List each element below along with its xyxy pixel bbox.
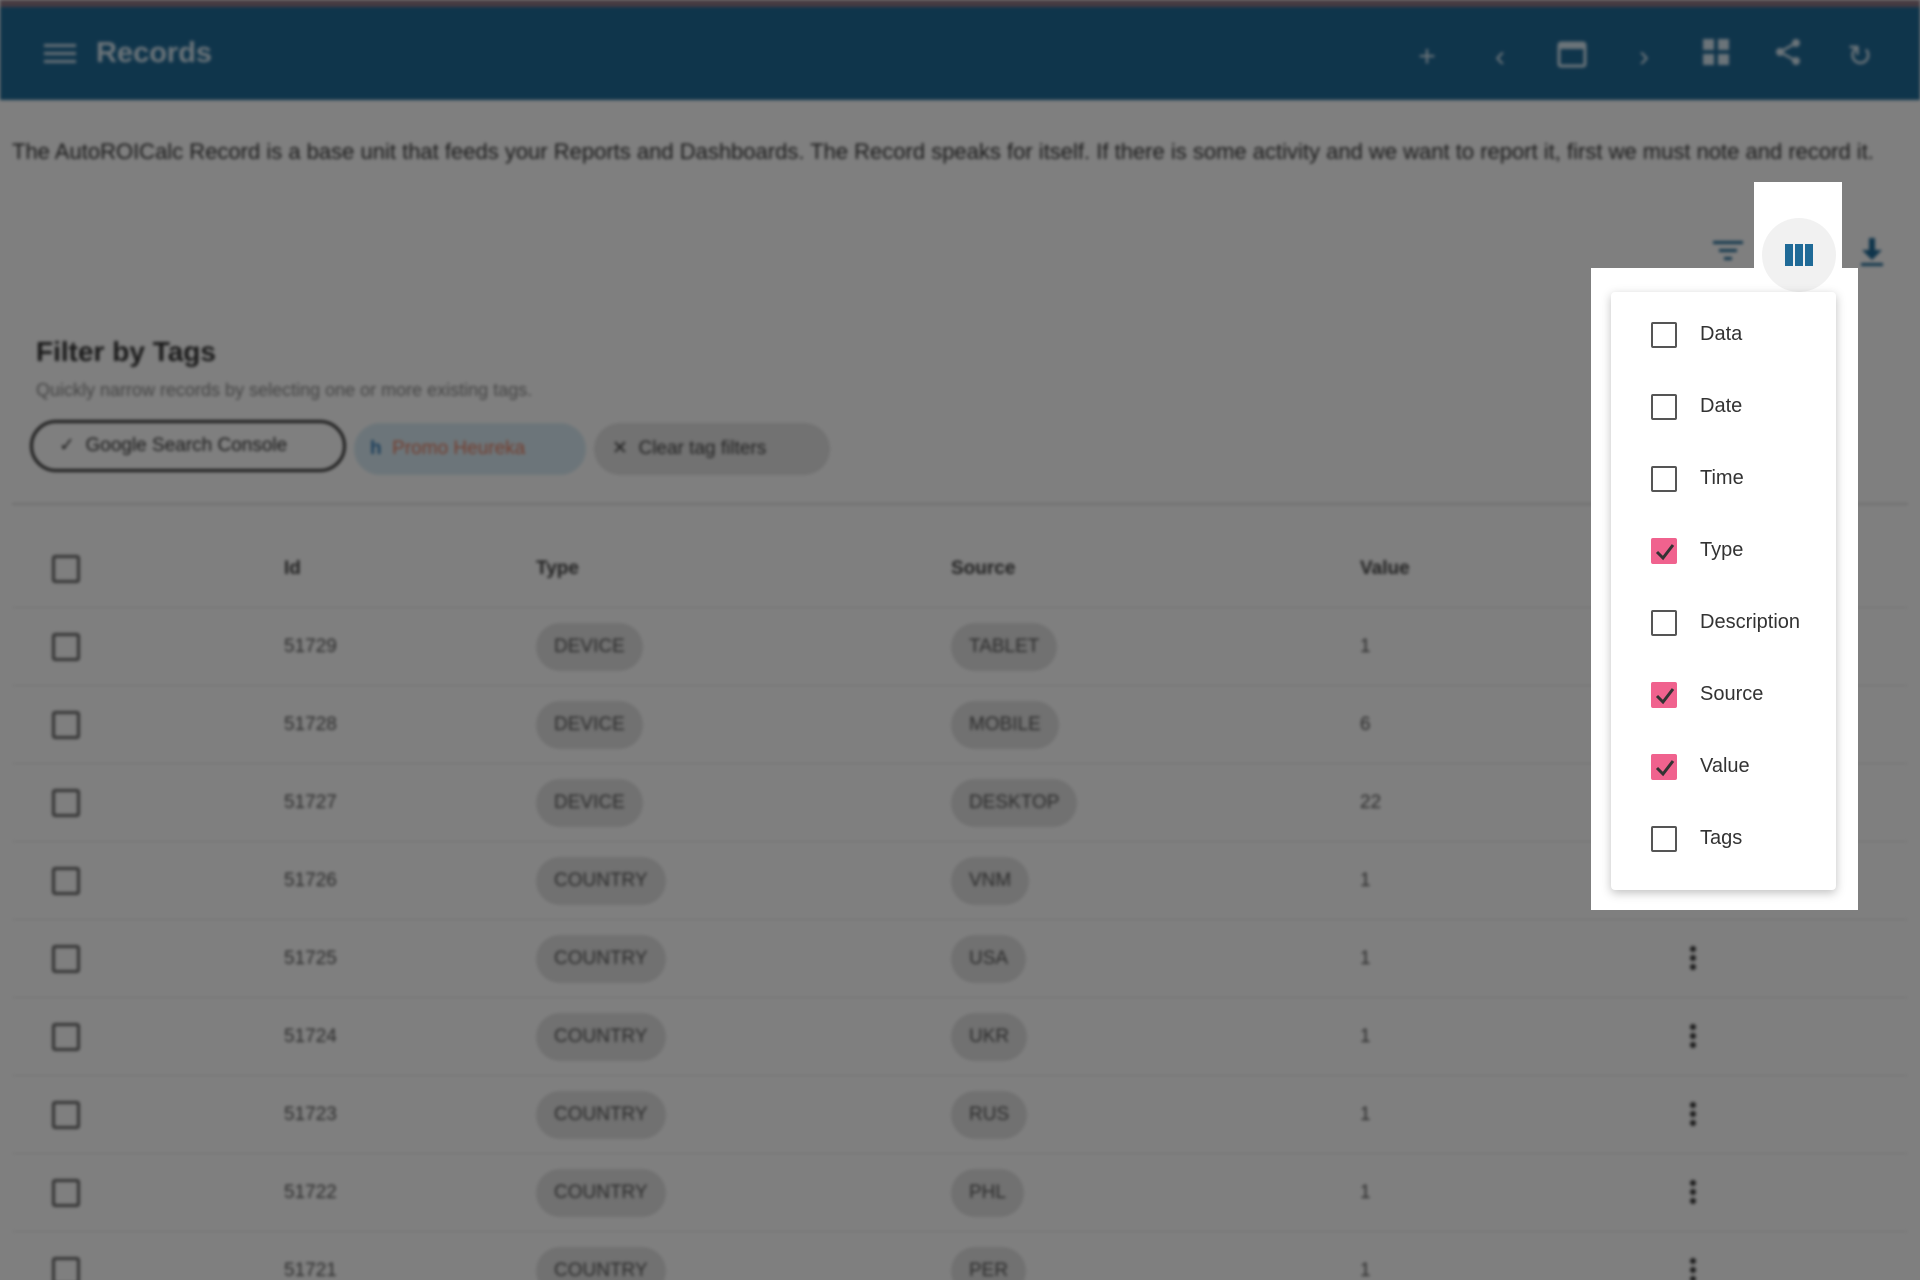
column-option-date[interactable]: Date <box>1611 378 1836 436</box>
checkbox-unchecked-icon[interactable] <box>1651 826 1677 852</box>
column-option-tags[interactable]: Tags <box>1611 810 1836 868</box>
columns-menu: Data Date Time Type Description Source Value Ta… <box>1611 292 1836 890</box>
checkbox-unchecked-icon[interactable] <box>1651 466 1677 492</box>
checkbox-unchecked-icon[interactable] <box>1651 610 1677 636</box>
checkbox-checked-icon[interactable] <box>1651 538 1677 564</box>
column-option-label: Value <box>1700 755 1750 777</box>
columns-icon <box>1785 244 1813 266</box>
checkbox-unchecked-icon[interactable] <box>1651 394 1677 420</box>
column-option-label: Date <box>1700 395 1743 417</box>
checkbox-unchecked-icon[interactable] <box>1651 322 1677 348</box>
column-option-description[interactable]: Description <box>1611 594 1836 652</box>
column-option-time[interactable]: Time <box>1611 450 1836 508</box>
checkbox-checked-icon[interactable] <box>1651 682 1677 708</box>
column-option-source[interactable]: Source <box>1611 666 1836 724</box>
column-option-label: Data <box>1700 323 1743 345</box>
columns-button[interactable] <box>1762 218 1836 292</box>
column-option-label: Type <box>1700 539 1744 561</box>
checkbox-checked-icon[interactable] <box>1651 754 1677 780</box>
column-option-label: Time <box>1700 467 1744 489</box>
column-option-label: Tags <box>1700 827 1743 849</box>
column-option-data[interactable]: Data <box>1611 306 1836 364</box>
column-option-label: Description <box>1700 611 1801 633</box>
column-option-value[interactable]: Value <box>1611 738 1836 796</box>
column-option-type[interactable]: Type <box>1611 522 1836 580</box>
column-option-label: Source <box>1700 683 1764 705</box>
